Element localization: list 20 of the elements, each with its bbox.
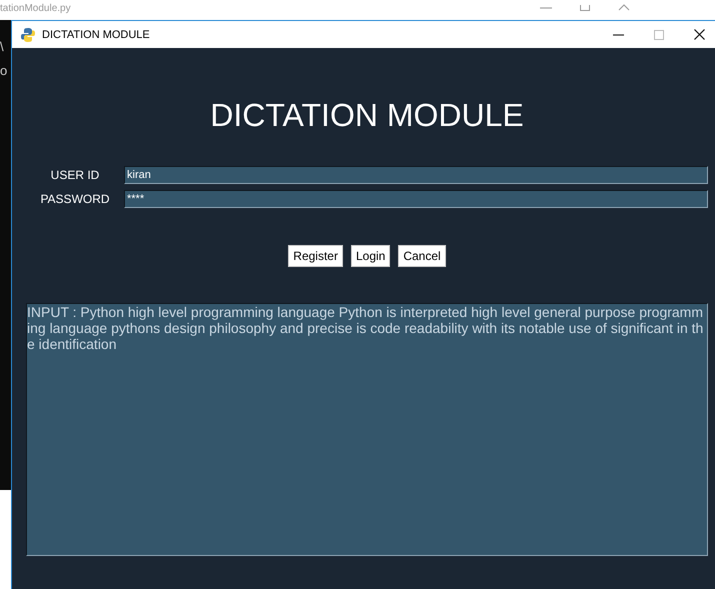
maximize-icon[interactable] — [654, 30, 664, 40]
chevron-up-icon[interactable] — [618, 4, 630, 11]
minimize-icon[interactable] — [613, 34, 624, 36]
dialog-button[interactable]: Login — [350, 245, 390, 267]
output-text-area[interactable] — [26, 303, 708, 556]
input-field[interactable]: **** — [124, 190, 708, 208]
input-field[interactable]: kiran — [124, 166, 708, 184]
console-text: \ — [0, 40, 5, 54]
field-label: PASSWORD — [39, 192, 111, 206]
background-window-title: tationModule.py — [0, 3, 71, 15]
console-text: o — [0, 64, 8, 78]
maximize-icon[interactable] — [580, 4, 590, 10]
dialog-button[interactable]: Cancel — [398, 245, 446, 267]
python-logo-icon — [20, 26, 36, 42]
heading: DICTATION MODULE — [209, 97, 525, 133]
output-text: INPUT : Python high level programming language Python is interpreted high level general purpose programming language pythons design philosophy and precise is code readability with its notable use of significant in the identification — [27, 304, 704, 352]
dialog-button[interactable]: Register — [288, 245, 343, 267]
field-label: USER ID — [50, 168, 100, 182]
window-title: DICTATION MODULE — [42, 28, 151, 40]
close-icon[interactable] — [694, 29, 705, 40]
